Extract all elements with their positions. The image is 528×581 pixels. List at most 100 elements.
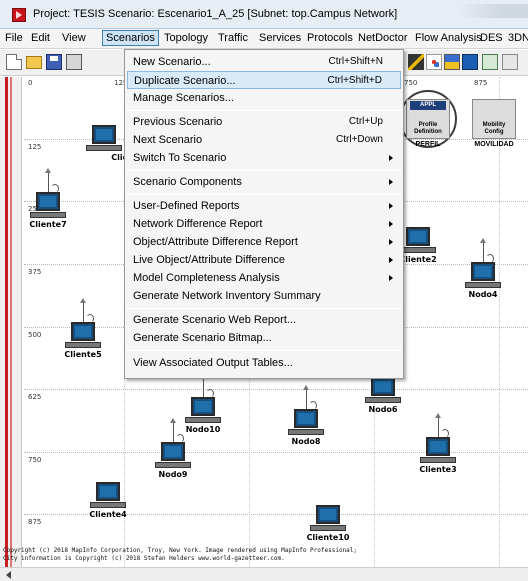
menu-item-label: View Associated Output Tables... — [133, 357, 293, 369]
results-icon[interactable] — [462, 54, 478, 70]
menu-item-scenario-components[interactable]: Scenario Components — [127, 173, 401, 191]
menu-item-generate-network-inventory-summary[interactable]: Generate Network Inventory Summary — [127, 287, 401, 305]
menu-item-duplicate-scenario[interactable]: Duplicate Scenario... Ctrl+Shift+D — [127, 71, 401, 89]
menu-item-label: Model Completeness Analysis — [133, 272, 280, 284]
print-icon[interactable] — [66, 54, 82, 70]
menu-item-generate-scenario-bitmap[interactable]: Generate Scenario Bitmap... — [127, 329, 401, 347]
menu-scenarios[interactable]: Scenarios — [102, 30, 159, 46]
window-title: Project: TESIS Scenario: Escenario1_A_25… — [33, 8, 398, 20]
menu-item-label: Live Object/Attribute Difference — [133, 254, 286, 266]
node-cliente7[interactable]: Cliente7 — [24, 168, 72, 242]
menu-file[interactable]: File — [5, 32, 23, 44]
node-label: Cliente4 — [89, 510, 127, 519]
node-nodo9[interactable]: Nodo9 — [149, 418, 197, 492]
node-cliente-partial[interactable]: Clie — [80, 105, 128, 175]
x-tick: 750 — [404, 79, 418, 87]
menu-separator — [127, 308, 401, 309]
node-label: Cliente10 — [306, 533, 350, 542]
menu-item-label: Switch To Scenario — [133, 152, 227, 164]
horizontal-scrollbar[interactable] — [0, 567, 528, 581]
hide-icon[interactable] — [502, 54, 518, 70]
menu-traffic[interactable]: Traffic — [218, 32, 248, 44]
menu-netdoctor[interactable]: NetDoctor — [358, 32, 408, 44]
node-label: Nodo9 — [158, 470, 188, 479]
menu-item-new-scenario[interactable]: New Scenario... Ctrl+Shift+N — [127, 53, 401, 71]
save-icon[interactable] — [46, 54, 62, 70]
submenu-arrow-icon — [389, 155, 393, 161]
menu-item-live-object-attribute-difference[interactable]: Live Object/Attribute Difference — [127, 251, 401, 269]
mobility-config-node[interactable]: Mobility Config MOVILIDAD — [472, 99, 516, 148]
menu-topology[interactable]: Topology — [164, 32, 208, 44]
node-cliente3[interactable]: Cliente3 — [414, 413, 462, 487]
profile-definition-node[interactable]: APPL Profile Definition PERFIL — [406, 99, 450, 148]
menu-item-shortcut: Ctrl+Shift+D — [327, 75, 382, 86]
appl-label: APPL — [410, 101, 446, 110]
menu-item-view-associated-output-tables[interactable]: View Associated Output Tables... — [127, 354, 401, 372]
view-results-icon[interactable] — [482, 54, 498, 70]
computer-base — [90, 502, 126, 508]
menu-item-user-defined-reports[interactable]: User-Defined Reports — [127, 197, 401, 215]
profile-caption: PERFIL — [415, 141, 441, 148]
failure-icon[interactable] — [426, 54, 442, 70]
node-label: Cliente7 — [29, 220, 67, 229]
node-label: Cliente3 — [419, 465, 457, 474]
menu-separator — [127, 170, 401, 171]
submenu-arrow-icon — [389, 275, 393, 281]
menu-item-generate-scenario-web-report[interactable]: Generate Scenario Web Report... — [127, 311, 401, 329]
node-cliente10[interactable]: Cliente10 — [304, 485, 352, 555]
menu-des[interactable]: DES — [480, 32, 503, 44]
cut-link-icon[interactable] — [408, 54, 424, 70]
scenarios-dropdown-menu: New Scenario... Ctrl+Shift+N Duplicate S… — [124, 49, 404, 379]
menu-view[interactable]: View — [62, 32, 86, 44]
menu-item-shortcut: Ctrl+Shift+N — [328, 56, 383, 67]
y-tick: 375 — [28, 268, 42, 276]
computer-icon — [191, 397, 215, 416]
menu-flow-analysis[interactable]: Flow Analysis — [415, 32, 482, 44]
computer-icon — [96, 482, 120, 501]
menu-item-label: Object/Attribute Difference Report — [133, 236, 298, 248]
menu-edit[interactable]: Edit — [31, 32, 50, 44]
open-icon[interactable] — [26, 56, 42, 69]
menu-item-switch-to-scenario[interactable]: Switch To Scenario — [127, 149, 401, 167]
computer-icon — [471, 262, 495, 281]
node-nodo8[interactable]: Nodo8 — [282, 385, 330, 459]
menu-3dn[interactable]: 3DN — [508, 32, 528, 44]
node-cliente5[interactable]: Cliente5 — [59, 298, 107, 372]
menu-item-label: Next Scenario — [133, 134, 203, 146]
computer-icon — [71, 322, 95, 341]
copyright-line: City information is Copyright (c) 2018 S… — [3, 555, 285, 562]
menu-item-label: User-Defined Reports — [133, 200, 240, 212]
copyright-line: Copyright (c) 2018 MapInfo Corporation, … — [3, 547, 358, 554]
computer-icon — [406, 227, 430, 246]
menu-item-network-difference-report[interactable]: Network Difference Report — [127, 215, 401, 233]
node-nodo4[interactable]: Nodo4 — [459, 238, 507, 312]
menu-item-model-completeness-analysis[interactable]: Model Completeness Analysis — [127, 269, 401, 287]
node-cliente4[interactable]: Cliente4 — [84, 462, 132, 532]
computer-icon — [371, 377, 395, 396]
menu-item-manage-scenarios[interactable]: Manage Scenarios... — [127, 89, 401, 107]
menu-protocols[interactable]: Protocols — [307, 32, 353, 44]
computer-icon — [92, 125, 116, 144]
submenu-arrow-icon — [389, 179, 393, 185]
menu-item-object-attribute-difference-report[interactable]: Object/Attribute Difference Report — [127, 233, 401, 251]
node-label: Nodo8 — [291, 437, 321, 446]
configure-icon[interactable] — [444, 54, 460, 70]
y-tick: 500 — [28, 331, 42, 339]
computer-base — [86, 145, 122, 151]
menu-item-previous-scenario[interactable]: Previous Scenario Ctrl+Up — [127, 113, 401, 131]
computer-icon — [316, 505, 340, 524]
scroll-left-icon[interactable] — [6, 571, 11, 579]
boundary-line — [5, 77, 8, 567]
new-icon[interactable] — [6, 54, 22, 70]
node-label: Nodo6 — [368, 405, 398, 414]
submenu-arrow-icon — [389, 221, 393, 227]
menu-services[interactable]: Services — [259, 32, 301, 44]
mobility-text: Mobility Config — [482, 122, 506, 135]
x-tick: 0 — [28, 79, 33, 87]
menu-item-next-scenario[interactable]: Next Scenario Ctrl+Down — [127, 131, 401, 149]
profile-text: Profile Definition — [414, 122, 442, 135]
x-tick: 875 — [474, 79, 488, 87]
computer-icon — [426, 437, 450, 456]
submenu-arrow-icon — [389, 203, 393, 209]
menu-separator — [127, 110, 401, 111]
